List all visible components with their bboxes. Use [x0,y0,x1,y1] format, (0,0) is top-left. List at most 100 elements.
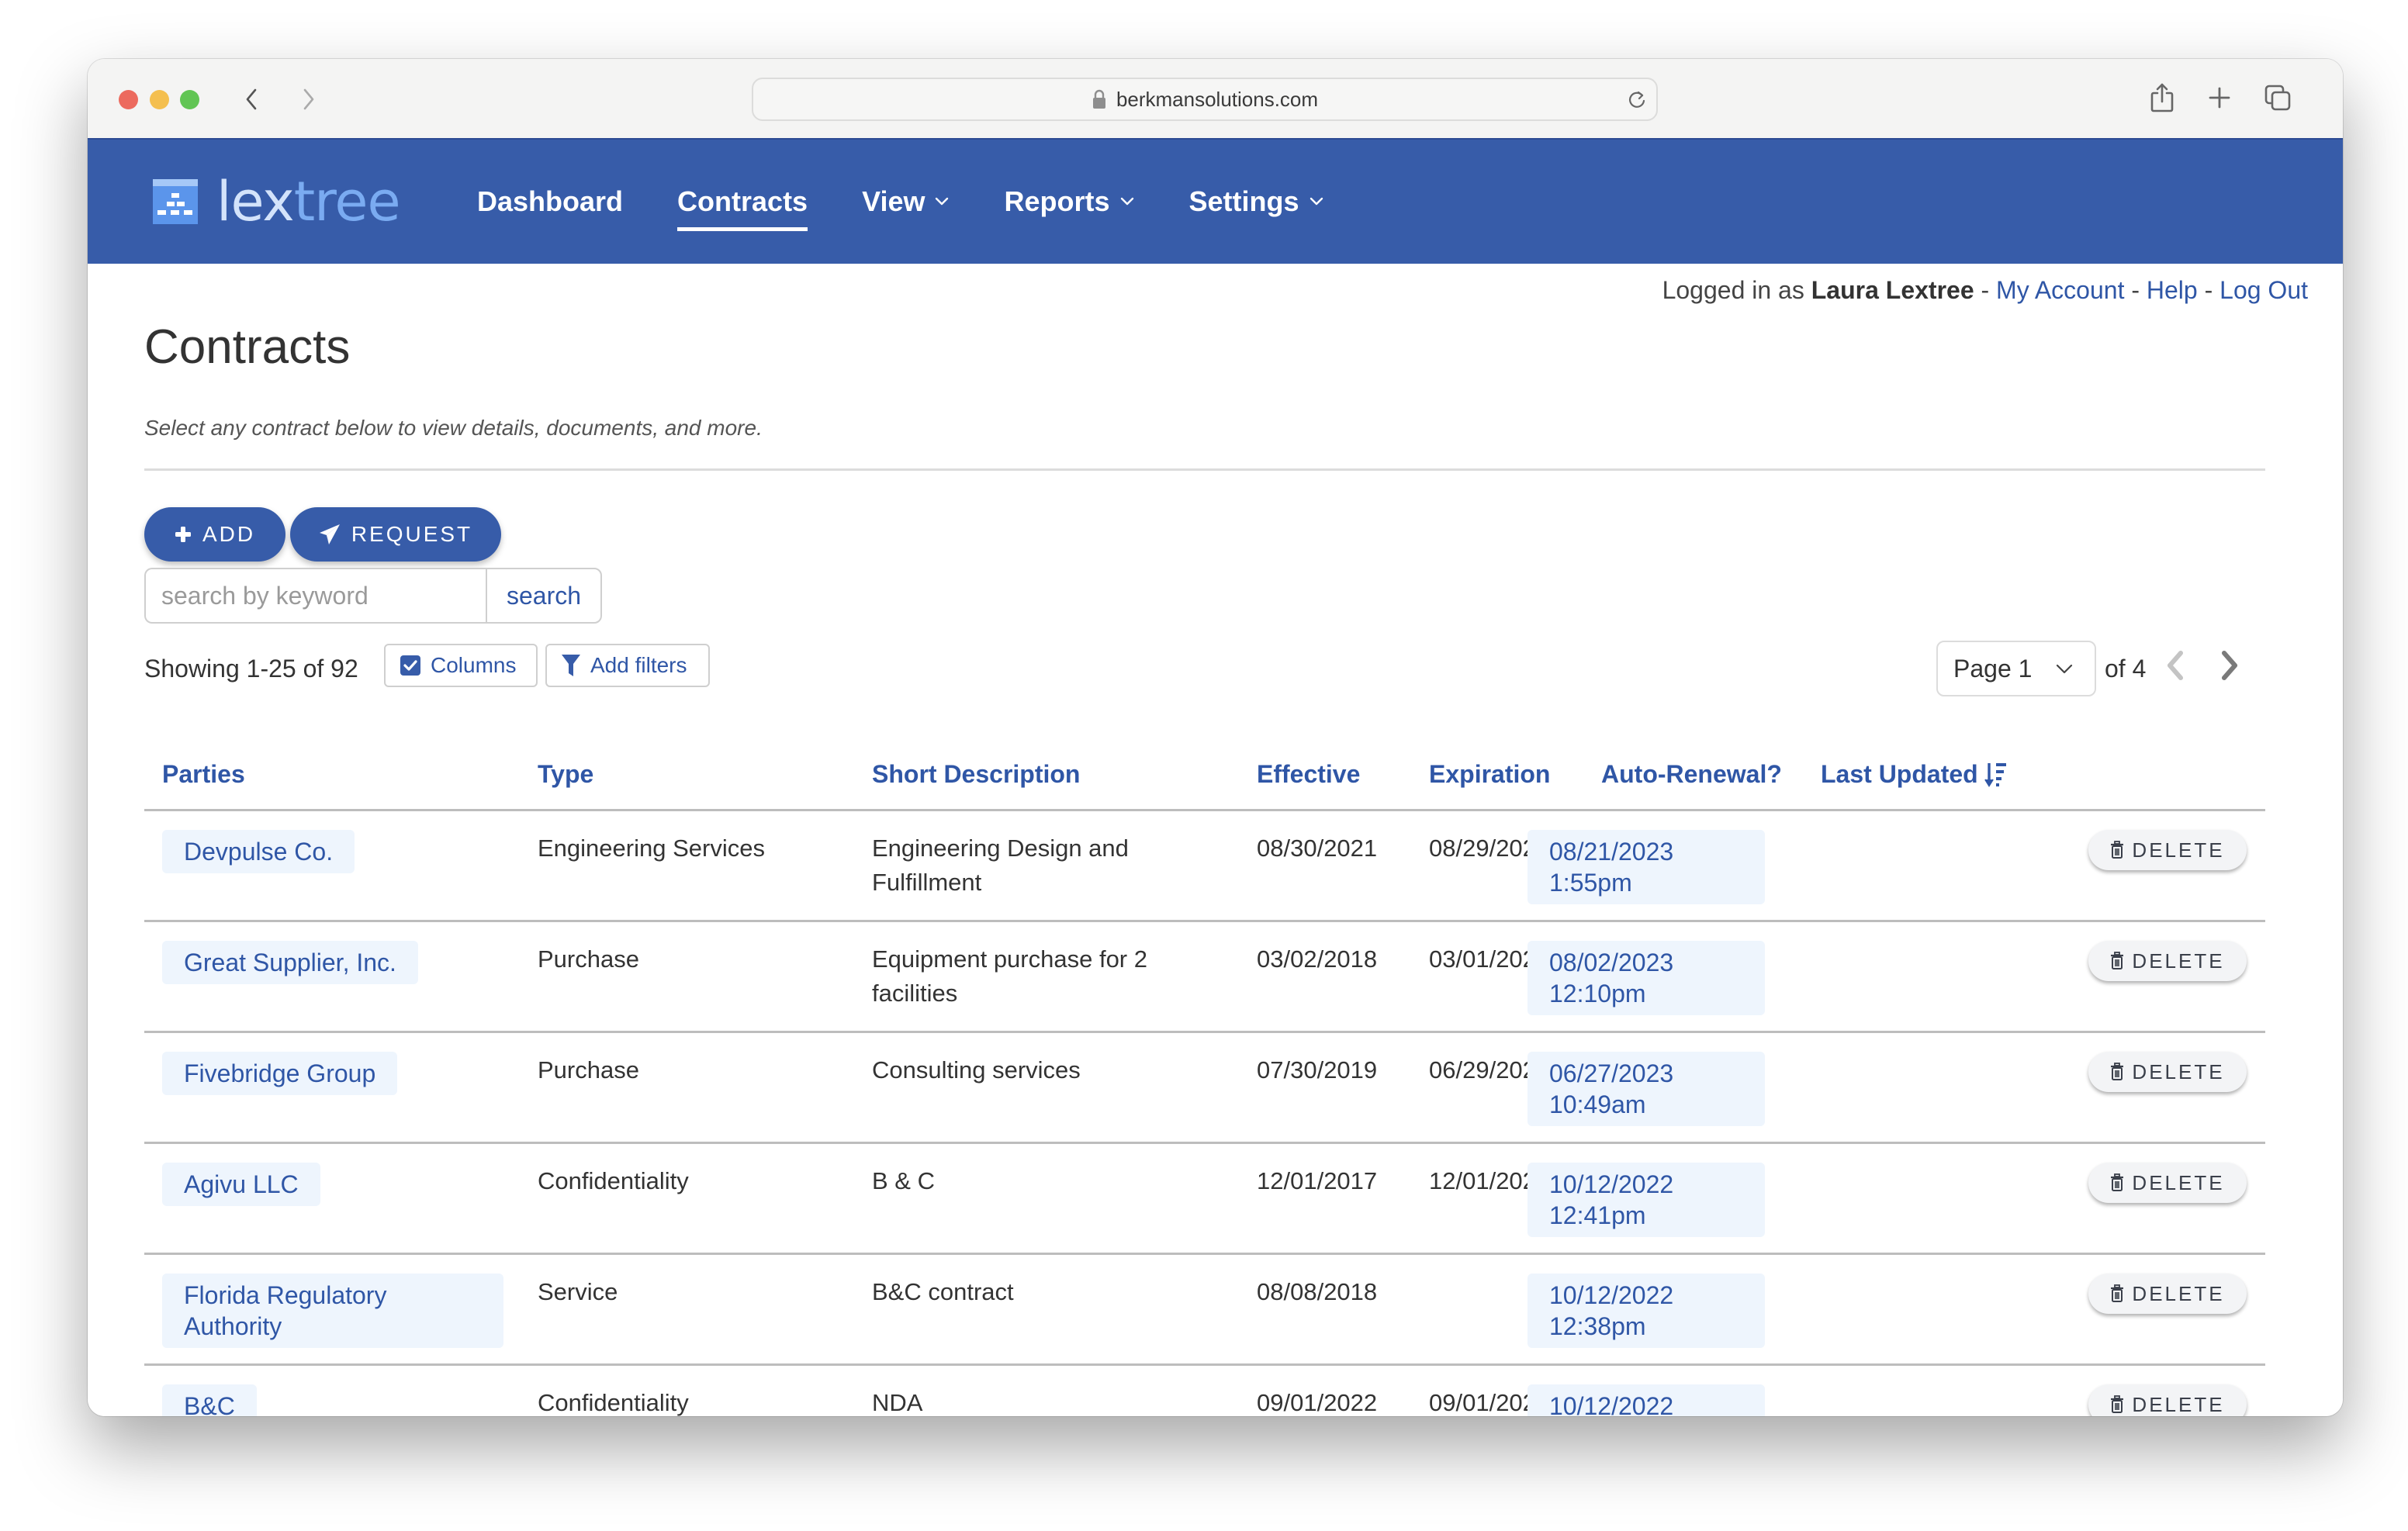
user-name: Laura Lextree [1811,276,1974,304]
header-type[interactable]: Type [538,760,593,789]
add-label: ADD [202,522,256,546]
last-updated-link[interactable]: 10/12/2022 12:41pm [1527,1163,1765,1237]
effective-date: 09/01/2022 [1257,1389,1378,1416]
user-status: Logged in as Laura Lextree - My Account … [1662,276,2308,305]
table-row[interactable]: Devpulse Co. Engineering Services Engine… [144,811,2265,922]
contract-type: Purchase [538,945,639,973]
logo-text-lex: lex [216,170,295,233]
checkbox-checked-icon [400,655,420,676]
logo-text-tree: tree [293,170,401,233]
search-bar: search [144,568,602,624]
page-content: Logged in as Laura Lextree - My Account … [88,264,2343,1416]
table-row[interactable]: Fivebridge Group Purchase Consulting ser… [144,1033,2265,1144]
party-link[interactable]: Great Supplier, Inc. [162,941,418,984]
last-updated-time: 1:55pm [1549,869,1632,897]
contract-type: Engineering Services [538,835,765,862]
last-updated-date: 10/12/2022 [1549,1392,1674,1416]
previous-page-icon[interactable] [2164,650,2185,685]
paper-plane-icon [319,524,340,544]
reload-icon[interactable] [1625,88,1649,112]
nav-reports[interactable]: Reports [1004,178,1134,225]
nav-dashboard-label: Dashboard [477,185,624,217]
delete-button[interactable]: DELETE [2088,830,2247,870]
nav-view[interactable]: View [862,178,950,225]
header-auto-renewal[interactable]: Auto-Renewal? [1601,760,1782,789]
effective-date: 03/02/2018 [1257,945,1378,973]
nav-dashboard[interactable]: Dashboard [477,178,623,225]
short-description: Consulting services [872,1056,1081,1083]
header-effective[interactable]: Effective [1257,760,1360,789]
header-short-description[interactable]: Short Description [872,760,1080,789]
close-window-button[interactable] [119,90,138,109]
add-filters-button[interactable]: Add filters [545,644,710,687]
nav-reports-label: Reports [1004,185,1110,217]
my-account-link[interactable]: My Account [1996,276,2124,304]
contracts-table: Parties Type Short Description Effective… [144,734,2265,1416]
page-select[interactable]: Page 1 [1936,641,2096,696]
last-updated-link[interactable]: 08/21/2023 1:55pm [1527,830,1765,904]
address-bar[interactable]: berkmansolutions.com [752,78,1658,121]
forward-icon[interactable] [297,84,320,115]
party-link[interactable]: Florida Regulatory Authority [162,1274,503,1348]
nav-contracts[interactable]: Contracts [677,178,808,231]
chevron-down-icon [1310,197,1323,206]
filter-icon [562,655,580,676]
header-expiration[interactable]: Expiration [1429,760,1550,789]
delete-button[interactable]: DELETE [2088,941,2247,981]
nav-view-label: View [862,185,925,217]
log-out-link[interactable]: Log Out [2219,276,2308,304]
delete-button[interactable]: DELETE [2088,1274,2247,1314]
back-icon[interactable] [240,84,263,115]
table-row[interactable]: Florida Regulatory Authority Service B&C… [144,1255,2265,1366]
nav-settings[interactable]: Settings [1189,178,1324,225]
sort-descending-icon [1984,762,2006,787]
trash-icon [2111,952,2124,969]
search-input[interactable] [144,568,486,624]
party-link[interactable]: Devpulse Co. [162,830,355,873]
delete-button[interactable]: DELETE [2088,1163,2247,1203]
delete-button[interactable]: DELETE [2088,1384,2247,1416]
last-updated-time: 12:38pm [1549,1312,1646,1340]
nav-contracts-label: Contracts [677,185,808,217]
zoom-window-button[interactable] [180,90,199,109]
table-row[interactable]: Agivu LLC Confidentiality B & C 12/01/20… [144,1144,2265,1255]
lextree-logo[interactable]: lextree [153,175,401,229]
help-link[interactable]: Help [2147,276,2198,304]
trash-icon [2111,1063,2124,1080]
separator: - [2131,276,2140,304]
delete-label: DELETE [2132,949,2225,973]
trash-icon [2111,1284,2124,1302]
minimize-window-button[interactable] [150,90,169,109]
last-updated-link[interactable]: 08/02/2023 12:10pm [1527,941,1765,1015]
lock-icon [1092,89,1105,109]
nav-settings-label: Settings [1188,185,1299,217]
delete-button[interactable]: DELETE [2088,1052,2247,1092]
header-parties[interactable]: Parties [162,760,245,789]
new-tab-icon[interactable] [2202,81,2237,115]
request-contract-button[interactable]: REQUEST [290,507,501,562]
short-description: Equipment purchase for 2 facilities [872,945,1147,1007]
contract-type: Confidentiality [538,1389,689,1416]
table-row[interactable]: B&C Confidentiality NDA 09/01/2022 09/01… [144,1366,2265,1416]
columns-button[interactable]: Columns [384,644,538,687]
last-updated-link[interactable]: 06/27/2023 10:49am [1527,1052,1765,1126]
table-row[interactable]: Great Supplier, Inc. Purchase Equipment … [144,922,2265,1033]
search-button[interactable]: search [486,568,602,624]
effective-date: 08/08/2018 [1257,1278,1378,1305]
last-updated-link[interactable]: 10/12/2022 [1527,1384,1765,1416]
logo-wordmark: lextree [216,175,401,229]
table-body: Devpulse Co. Engineering Services Engine… [144,811,2265,1416]
filters-label: Add filters [590,653,687,677]
page-title: Contracts [144,320,351,374]
party-link[interactable]: Fivebridge Group [162,1052,398,1095]
last-updated-time: 12:10pm [1549,980,1646,1007]
header-last-updated-label: Last Updated [1821,760,1978,788]
party-link[interactable]: B&C [162,1384,257,1416]
header-last-updated[interactable]: Last Updated [1821,760,2008,789]
share-icon[interactable] [2145,81,2179,115]
last-updated-link[interactable]: 10/12/2022 12:38pm [1527,1274,1765,1348]
next-page-icon[interactable] [2219,650,2241,685]
tab-overview-icon[interactable] [2261,81,2295,115]
add-contract-button[interactable]: ADD [144,507,285,562]
party-link[interactable]: Agivu LLC [162,1163,320,1206]
